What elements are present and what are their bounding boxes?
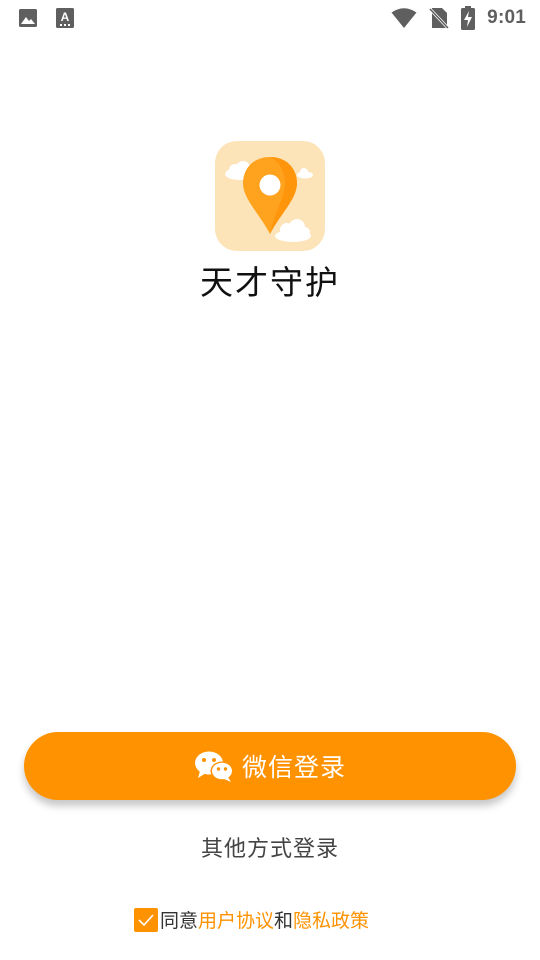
- agreement-row: 同意 用户协议 和 隐私政策: [134, 906, 369, 933]
- wechat-login-button[interactable]: 微信登录: [24, 732, 516, 800]
- app-name: 天才守护: [200, 263, 340, 302]
- wifi-icon: [391, 7, 417, 29]
- no-sim-icon: [429, 7, 450, 30]
- user-agreement-link[interactable]: 用户协议: [198, 906, 274, 933]
- agreement-conjunction: 和: [274, 910, 294, 932]
- wechat-login-label: 微信登录: [241, 753, 346, 782]
- status-bar-left: A: [18, 8, 74, 28]
- location-pin-clouds-icon: [225, 157, 313, 242]
- status-bar: A 9:01: [0, 0, 540, 36]
- image-icon: [18, 8, 38, 28]
- agree-checkbox[interactable]: [134, 907, 158, 932]
- keyboard-a-icon: A: [56, 8, 74, 28]
- other-login-link[interactable]: 其他方式登录: [0, 831, 540, 863]
- privacy-policy-link[interactable]: 隐私政策: [293, 906, 369, 933]
- app-logo: [215, 141, 325, 251]
- wechat-icon: [194, 750, 234, 782]
- svg-text:A: A: [61, 10, 70, 24]
- status-bar-right: 9:01: [391, 6, 526, 30]
- login-screen: A 9:01 天才守护 微信登录 其他方式登录 同意 用户协议 和 隐私政策: [0, 0, 540, 960]
- battery-charging-icon: [461, 6, 476, 30]
- status-time: 9:01: [487, 7, 526, 28]
- check-icon: [138, 913, 154, 926]
- agreement-prefix: 同意: [160, 910, 199, 932]
